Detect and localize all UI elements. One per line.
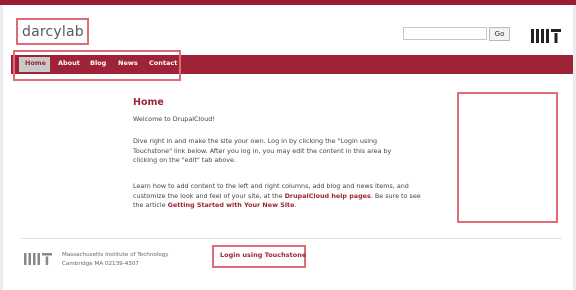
- intro-paragraph: Dive right in and make the site your own…: [133, 137, 433, 166]
- help-line-2-start: customize the look and feel of your site…: [133, 191, 285, 200]
- footer-divider: [21, 238, 562, 239]
- intro-line-1: Dive right in and make the site your own…: [133, 137, 378, 145]
- help-line-2-end: . Be sure to see: [370, 191, 421, 200]
- help-line-3: the article Getting Started with Your Ne…: [133, 201, 443, 211]
- login-touchstone-link[interactable]: Login using Touchstone: [220, 251, 306, 259]
- intro-line-3: clicking on the "edit" tab above.: [133, 156, 237, 164]
- footer-mit-logo-icon: [24, 253, 52, 265]
- right-column-highlight: [457, 92, 558, 223]
- intro-line-2: Touchstone" link below. After you log in…: [133, 146, 392, 155]
- site-name[interactable]: darcylab: [22, 24, 84, 40]
- site-name-highlight: darcylab: [16, 18, 89, 45]
- drupalcloud-help-link[interactable]: DrupalCloud help pages: [285, 192, 371, 200]
- getting-started-link[interactable]: Getting Started with Your New Site: [168, 201, 295, 209]
- help-line-2: customize the look and feel of your site…: [133, 192, 443, 202]
- mit-logo-icon: [531, 29, 561, 43]
- footer-org-name: Massachusetts Institute of Technology: [62, 252, 169, 258]
- nav-highlight: [13, 50, 181, 81]
- help-line-3-end: .: [294, 201, 297, 209]
- page-title: Home: [133, 97, 164, 108]
- go-button[interactable]: Go: [489, 27, 510, 41]
- help-line-3-start: the article: [133, 201, 168, 209]
- footer-address: Cambridge MA 02139-4307: [62, 261, 139, 267]
- help-line-1: Learn how to add content to the left and…: [133, 182, 409, 190]
- welcome-text: Welcome to DrupalCloud!: [133, 115, 215, 123]
- help-paragraph: Learn how to add content to the left and…: [133, 182, 443, 211]
- search-input[interactable]: [403, 27, 487, 40]
